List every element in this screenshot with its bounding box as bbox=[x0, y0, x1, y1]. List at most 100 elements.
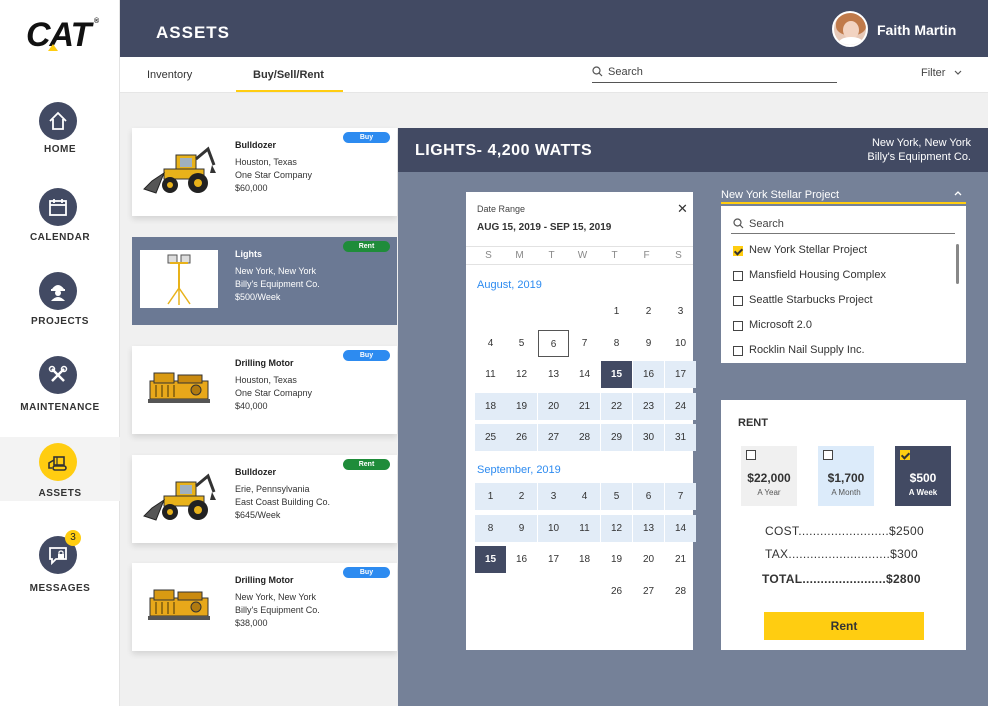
search-field[interactable] bbox=[592, 63, 837, 83]
calendar-day[interactable]: 18 bbox=[569, 546, 600, 573]
sidebar-item-projects[interactable]: PROJECTS bbox=[0, 266, 120, 332]
sidebar-item-home[interactable]: HOME bbox=[0, 96, 120, 162]
rate-option[interactable]: $500 A Week bbox=[895, 446, 951, 506]
calendar-day[interactable]: 29 bbox=[601, 424, 632, 451]
calendar-day[interactable]: 4 bbox=[475, 330, 506, 357]
calendar-day[interactable]: 27 bbox=[633, 578, 664, 605]
calendar-day[interactable]: 17 bbox=[665, 361, 696, 388]
calendar-day[interactable]: 5 bbox=[601, 483, 632, 510]
scrollbar[interactable] bbox=[956, 244, 959, 284]
calendar-day[interactable]: 2 bbox=[633, 298, 664, 325]
rate-option[interactable]: $1,700 A Month bbox=[818, 446, 874, 506]
calendar-day[interactable]: 9 bbox=[633, 330, 664, 357]
calendar-day[interactable]: 10 bbox=[538, 514, 569, 542]
calendar-day[interactable]: 14 bbox=[665, 514, 696, 542]
user-name[interactable]: Faith Martin bbox=[877, 22, 956, 38]
sidebar-item-calendar[interactable]: CALENDAR bbox=[0, 182, 120, 248]
calendar-day[interactable]: 6 bbox=[633, 483, 664, 510]
calendar-day[interactable]: 28 bbox=[665, 578, 696, 605]
weekday-label: M bbox=[515, 250, 524, 261]
calendar-day[interactable]: 19 bbox=[506, 392, 537, 420]
calendar-day[interactable]: 21 bbox=[569, 392, 600, 420]
checkbox[interactable] bbox=[733, 346, 743, 356]
calendar-day[interactable]: 11 bbox=[569, 514, 600, 542]
calendar-day[interactable]: 4 bbox=[569, 483, 600, 510]
calendar-day[interactable]: 14 bbox=[569, 361, 600, 388]
calendar-day[interactable]: 1 bbox=[475, 483, 506, 510]
avatar[interactable] bbox=[832, 11, 868, 47]
asset-price: $500/Week bbox=[235, 292, 281, 302]
sidebar-item-assets[interactable]: ASSETS bbox=[0, 437, 120, 501]
calendar-day[interactable]: 30 bbox=[633, 424, 664, 451]
calendar-day[interactable]: 16 bbox=[633, 361, 664, 388]
calendar-day[interactable]: 15 bbox=[475, 546, 506, 573]
calendar-day[interactable]: 10 bbox=[665, 330, 696, 357]
calendar-day[interactable]: 17 bbox=[538, 546, 569, 573]
rent-button[interactable]: Rent bbox=[764, 612, 924, 640]
calendar-day[interactable]: 21 bbox=[665, 546, 696, 573]
calendar-day[interactable]: 26 bbox=[601, 578, 632, 605]
calendar-day[interactable]: 13 bbox=[633, 514, 664, 542]
asset-image bbox=[140, 468, 218, 526]
calendar-day[interactable]: 24 bbox=[665, 392, 696, 420]
calendar-day[interactable]: 7 bbox=[569, 330, 600, 357]
asset-card[interactable]: Bulldozer Erie, Pennsylvania East Coast Bu… bbox=[132, 455, 397, 543]
calendar-day[interactable]: 23 bbox=[633, 392, 664, 420]
checkbox[interactable] bbox=[733, 321, 743, 331]
asset-card[interactable]: Lights New York, New York Billy's Equipmen… bbox=[132, 237, 397, 325]
tools-icon bbox=[39, 356, 77, 394]
calendar-day[interactable]: 16 bbox=[506, 546, 537, 573]
close-icon[interactable]: ✕ bbox=[677, 201, 688, 217]
calendar-day[interactable]: 19 bbox=[601, 546, 632, 573]
search-input[interactable] bbox=[608, 65, 828, 79]
calendar-day[interactable]: 6 bbox=[538, 329, 569, 357]
calendar-day[interactable]: 20 bbox=[538, 392, 569, 420]
calendar-day[interactable]: 13 bbox=[538, 361, 569, 388]
asset-location: Erie, Pennsylvania bbox=[235, 484, 310, 494]
tab-buy-sell-rent[interactable]: Buy/Sell/Rent bbox=[253, 69, 324, 81]
calendar-day[interactable]: 25 bbox=[475, 424, 506, 451]
asset-card[interactable]: Drilling Motor New York, New York Billy's … bbox=[132, 563, 397, 651]
asset-card[interactable]: Bulldozer Houston, Texas One Star Company $… bbox=[132, 128, 397, 216]
calendar-day[interactable]: 5 bbox=[506, 330, 537, 357]
calendar-day[interactable]: 11 bbox=[475, 361, 506, 388]
calendar-day[interactable]: 3 bbox=[538, 483, 569, 510]
tab-inventory[interactable]: Inventory bbox=[147, 69, 192, 81]
project-dropdown-value: New York Stellar Project bbox=[721, 189, 839, 201]
sidebar-item-maintenance[interactable]: MAINTENANCE bbox=[0, 350, 120, 416]
project-dropdown[interactable]: New York Stellar Project bbox=[721, 186, 966, 204]
calendar-day[interactable]: 22 bbox=[601, 392, 632, 420]
calendar-day[interactable]: 8 bbox=[601, 330, 632, 357]
asset-card[interactable]: Drilling Motor Houston, Texas One Star Com… bbox=[132, 346, 397, 434]
calendar-day[interactable]: 7 bbox=[665, 483, 696, 510]
project-search-input[interactable] bbox=[749, 217, 949, 231]
rate-option[interactable]: $22,000 A Year bbox=[741, 446, 797, 506]
calendar-day[interactable]: 12 bbox=[506, 361, 537, 388]
calendar-day[interactable]: 8 bbox=[475, 514, 506, 542]
checkbox[interactable] bbox=[733, 246, 743, 256]
calendar-day[interactable]: 18 bbox=[475, 392, 506, 420]
project-search-field[interactable] bbox=[731, 214, 955, 234]
calendar-day[interactable]: 27 bbox=[538, 424, 569, 451]
calendar-day[interactable]: 31 bbox=[665, 424, 696, 451]
calendar-day[interactable]: 15 bbox=[601, 361, 632, 388]
checkbox[interactable] bbox=[823, 450, 833, 460]
calendar-day[interactable]: 20 bbox=[633, 546, 664, 573]
sidebar-item-label: CALENDAR bbox=[29, 232, 91, 243]
calendar-day[interactable]: 28 bbox=[569, 424, 600, 451]
checkbox[interactable] bbox=[733, 271, 743, 281]
weekday-label: T bbox=[611, 250, 618, 261]
checkbox[interactable] bbox=[900, 450, 910, 460]
sidebar-item-messages[interactable]: 3 MESSAGES bbox=[0, 530, 120, 596]
calendar-day[interactable]: 2 bbox=[506, 483, 537, 510]
calendar-day[interactable]: 26 bbox=[506, 424, 537, 451]
filter-dropdown[interactable]: Filter bbox=[921, 67, 962, 79]
calendar-day[interactable]: 3 bbox=[665, 298, 696, 325]
calendar-day[interactable]: 12 bbox=[601, 514, 632, 542]
calendar-day[interactable]: 1 bbox=[601, 298, 632, 325]
cat-logo[interactable]: CAT ® bbox=[26, 16, 99, 55]
checkbox[interactable] bbox=[733, 296, 743, 306]
calendar-day[interactable]: 9 bbox=[506, 514, 537, 542]
sidebar-item-label: MESSAGES bbox=[29, 583, 91, 594]
checkbox[interactable] bbox=[746, 450, 756, 460]
